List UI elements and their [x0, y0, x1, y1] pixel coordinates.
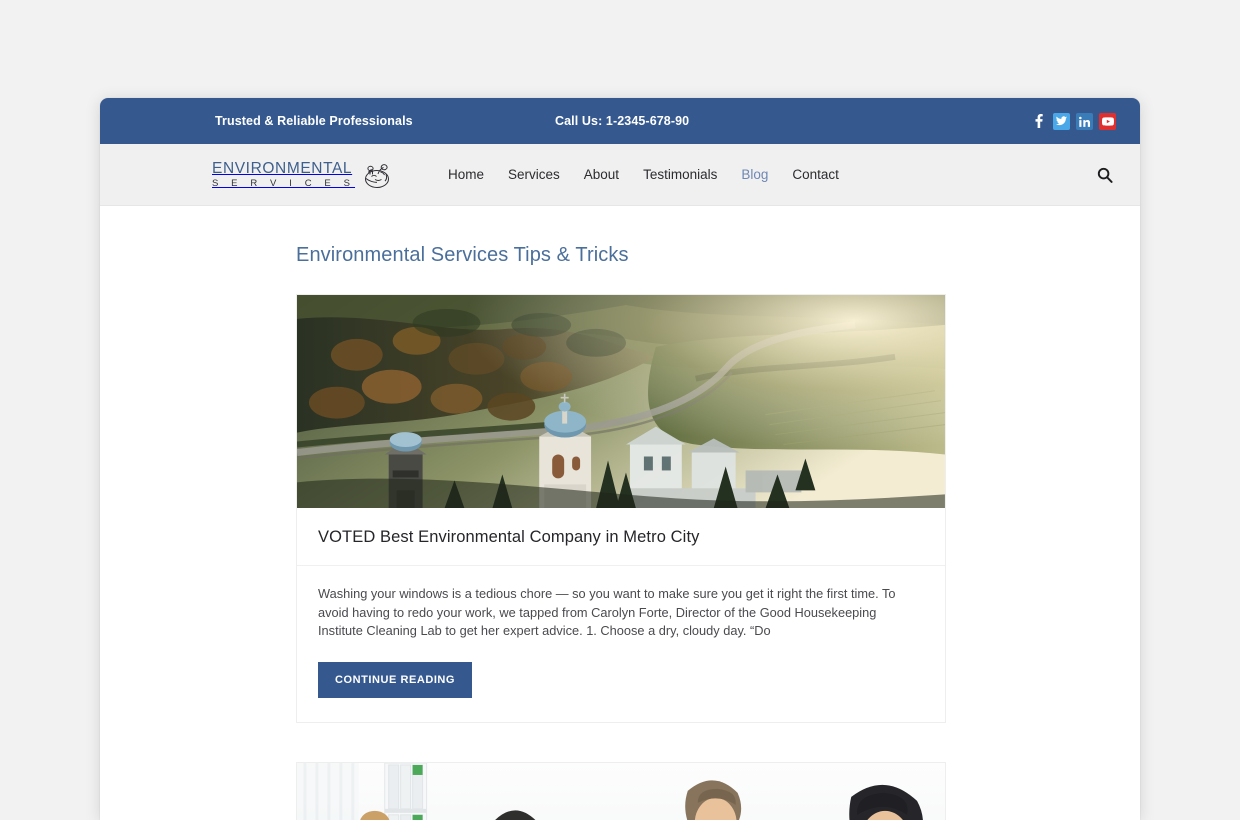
continue-reading-button[interactable]: CONTINUE READING: [318, 661, 473, 698]
main-navigation: Home Services About Testimonials Blog Co…: [448, 167, 839, 182]
nav-item-services[interactable]: Services: [508, 167, 560, 182]
twitter-icon[interactable]: [1053, 112, 1070, 130]
site-logo[interactable]: ENVIRONMENTAL S E R V I C E S: [212, 159, 393, 191]
brand-name-primary: ENVIRONMENTAL: [212, 159, 353, 177]
search-icon[interactable]: [1094, 164, 1116, 186]
post-featured-image[interactable]: [297, 762, 945, 820]
nav-item-contact[interactable]: Contact: [792, 167, 839, 182]
social-links: [1030, 112, 1116, 130]
nav-item-home[interactable]: Home: [448, 167, 484, 182]
nav-item-blog[interactable]: Blog: [741, 167, 768, 182]
phone-number[interactable]: Call Us: 1-2345-678-90: [555, 114, 689, 128]
page-title: Environmental Services Tips & Tricks: [296, 244, 629, 266]
content-column: Environmental Services Tips & Tricks VOT…: [296, 206, 946, 820]
browser-window: Trusted & Reliable Professionals Call Us…: [100, 98, 1140, 820]
brand-text: ENVIRONMENTAL S E R V I C E S: [212, 159, 356, 189]
top-utility-bar: Trusted & Reliable Professionals Call Us…: [100, 98, 1140, 144]
brand-name-secondary: S E R V I C E S: [212, 178, 356, 189]
facebook-icon[interactable]: [1030, 113, 1047, 130]
post-excerpt: Washing your windows is a tedious chore …: [318, 586, 896, 639]
linkedin-icon[interactable]: [1076, 112, 1093, 130]
nav-item-about[interactable]: About: [584, 167, 619, 182]
post-card: VOTED Best Environmental Company in Metr…: [296, 294, 946, 723]
nav-item-testimonials[interactable]: Testimonials: [643, 167, 717, 182]
post-title[interactable]: VOTED Best Environmental Company in Metr…: [318, 528, 924, 547]
site-header: ENVIRONMENTAL S E R V I C E S Home Servi…: [100, 144, 1140, 206]
tagline-text: Trusted & Reliable Professionals: [215, 114, 413, 128]
earth-globe-leaf-logo-icon: [359, 159, 393, 191]
page-content: Environmental Services Tips & Tricks VOT…: [100, 206, 1140, 820]
post-card: [296, 761, 946, 820]
post-body: Washing your windows is a tedious chore …: [297, 566, 945, 722]
post-featured-image[interactable]: [297, 295, 945, 509]
youtube-icon[interactable]: [1099, 112, 1116, 130]
post-title-row: VOTED Best Environmental Company in Metr…: [297, 509, 945, 566]
